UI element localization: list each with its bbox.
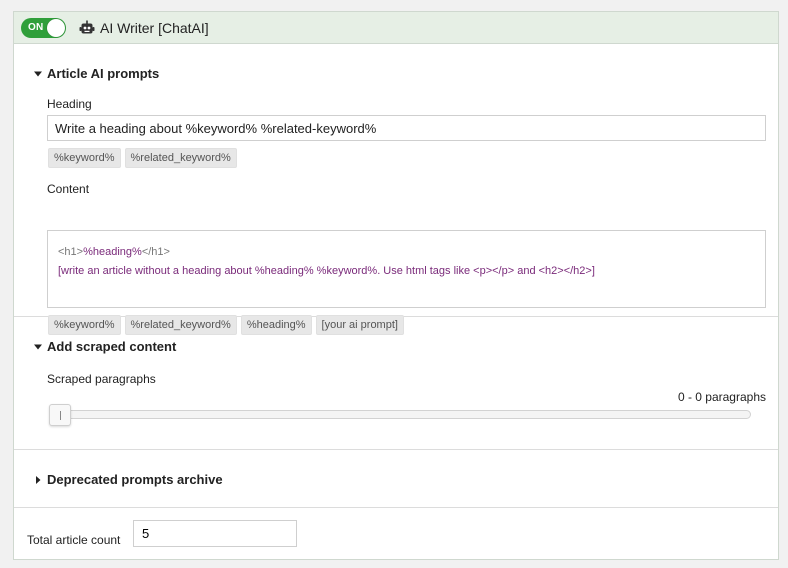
enable-toggle[interactable]: ON [21,17,66,38]
panel-title: AI Writer [ChatAI] [100,19,209,36]
tag-related-keyword[interactable]: %related_keyword% [124,148,237,168]
article-prompts-title: Article AI prompts [47,66,160,81]
scraped-paragraphs-label: Scraped paragraphs [47,372,156,386]
robot-icon [79,20,95,36]
heading-input[interactable]: Write a heading about %keyword% %related… [47,115,766,141]
scraped-content-section: Add scraped content Scraped paragraphs 0… [14,317,778,450]
content-line-2: [write an article without a heading abou… [58,265,595,277]
caret-right-icon [31,475,45,484]
toggle-label: ON [28,22,44,33]
caret-down-icon [31,70,45,78]
deprecated-prompts-toggle[interactable]: Deprecated prompts archive [14,472,223,487]
content-label: Content [47,182,90,196]
content-editor[interactable]: <h1>%heading%</h1> [write an article wit… [47,230,766,308]
article-count-input[interactable] [133,520,297,547]
scraped-paragraphs-slider-handle[interactable] [49,404,71,426]
h1-open-tag: <h1> [58,246,84,258]
article-prompts-toggle[interactable]: Article AI prompts [14,66,159,81]
article-prompts-section: Article AI prompts Heading Write a headi… [14,44,778,335]
deprecated-prompts-title: Deprecated prompts archive [47,472,223,487]
caret-down-icon [31,343,45,351]
article-count-label: Total article count [27,533,121,547]
scraped-content-toggle[interactable]: Add scraped content [14,339,176,354]
article-count-row: Total article count [14,517,778,557]
heading-tags: %keyword% %related_keyword% [48,148,237,168]
deprecated-prompts-section: Deprecated prompts archive [14,450,778,508]
ai-writer-panel: ON AI Writer [ChatAI] Article AI prompts… [13,11,779,560]
toggle-knob [47,18,65,37]
slider-readout: 0 - 0 paragraphs [677,390,766,404]
scraped-paragraphs-slider-track[interactable] [49,410,751,419]
scraped-content-title: Add scraped content [47,339,177,354]
h1-close-tag: </h1> [141,246,170,258]
heading-label: Heading [47,97,92,111]
tag-keyword[interactable]: %keyword% [48,148,121,168]
content-line-1: <h1>%heading%</h1> [58,243,755,262]
heading-placeholder: %heading% [83,246,142,258]
panel-header: ON AI Writer [ChatAI] [14,12,778,44]
